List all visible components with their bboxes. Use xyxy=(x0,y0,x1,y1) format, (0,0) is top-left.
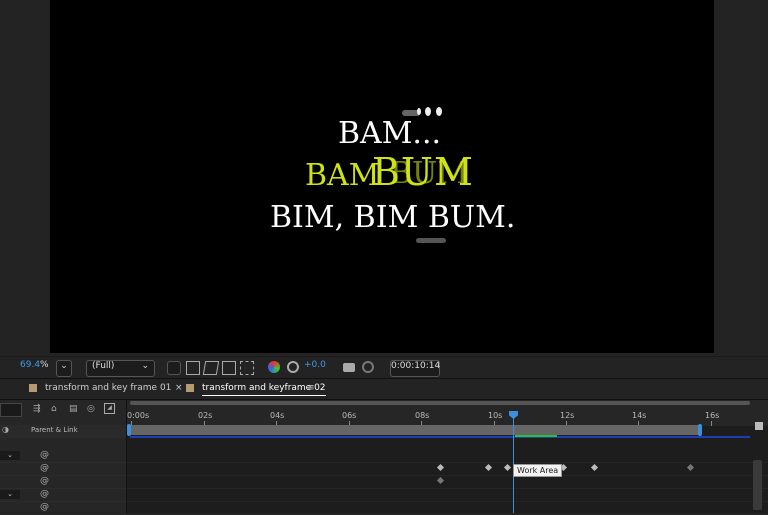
pick-whip-icon[interactable]: @ xyxy=(40,476,49,486)
frame-blending-icon[interactable]: ▤ xyxy=(69,404,78,414)
pick-whip-icon[interactable]: @ xyxy=(40,489,49,499)
tab-menu-icon[interactable]: ≡ xyxy=(307,383,315,393)
time-ruler[interactable]: 0:00s 02s 04s 06s 08s 10s 12s 14s 16s xyxy=(127,400,768,426)
comp-flowchart-icon[interactable]: ⇶ xyxy=(33,404,41,414)
scrollbar[interactable] xyxy=(753,460,762,510)
chevron-down-icon: ⌄ xyxy=(141,361,149,371)
motion-shadow-bottom xyxy=(416,238,446,243)
cache-bar xyxy=(515,435,557,437)
lock-icon[interactable]: ◑ xyxy=(2,425,9,434)
transparency-grid-icon[interactable] xyxy=(186,361,200,375)
pick-whip-icon[interactable]: @ xyxy=(40,450,49,460)
region-of-interest-icon[interactable] xyxy=(222,361,236,375)
parent-link-header: Parent & Link xyxy=(31,426,78,434)
work-area-end-handle[interactable] xyxy=(698,424,702,436)
tick-mark xyxy=(711,421,712,426)
track-row xyxy=(127,450,768,463)
dot-3 xyxy=(417,108,421,115)
layer-row[interactable]: @ xyxy=(0,476,126,489)
current-time-display[interactable]: 0:00:10:14 xyxy=(390,360,440,377)
show-snapshot-icon[interactable] xyxy=(362,361,374,373)
zoom-unit: % xyxy=(40,360,49,370)
layer-row[interactable]: ⌄ @ xyxy=(0,489,126,502)
layer-search-input[interactable] xyxy=(0,403,22,417)
comp-color-swatch-active xyxy=(186,384,194,392)
tick-label: 12s xyxy=(560,411,575,420)
work-area-tooltip: Work Area xyxy=(513,464,563,477)
track-row xyxy=(127,502,768,515)
shy-layers-icon[interactable]: ⌂ xyxy=(51,404,57,414)
fast-previews-icon[interactable] xyxy=(167,361,181,375)
camera-snapshot-icon[interactable] xyxy=(343,363,355,372)
resolution-dropdown[interactable]: (Full) ⌄ xyxy=(86,360,155,377)
layer-panel: ⇶ ⌂ ▤ ◎ ◢ ◑ Parent & Link ⌄ @ @ @ ⌄ @ @ xyxy=(0,400,127,515)
chevron-down-icon[interactable]: ⌄ xyxy=(0,490,20,499)
zoom-handle-icon[interactable] xyxy=(755,422,763,430)
comp-color-swatch xyxy=(29,384,37,392)
timeline-graph[interactable]: 0:00s 02s 04s 06s 08s 10s 12s 14s 16s Wo… xyxy=(127,400,768,515)
tab-transform-and-key-frame-01[interactable]: transform and key frame 01 xyxy=(45,383,171,393)
tick-label: 0:00s xyxy=(127,411,150,420)
grid-guides-icon[interactable] xyxy=(240,361,254,375)
track-row xyxy=(127,489,768,502)
layer-row[interactable]: ⌄ @ xyxy=(0,450,126,463)
text-line-2-big: BUM xyxy=(372,150,474,194)
tick-label: 02s xyxy=(198,411,213,420)
track-row xyxy=(127,463,768,476)
text-line-3: BIM, BIM BUM. xyxy=(270,200,516,235)
composition-canvas[interactable]: BAM... BAM BUM BUM BIM, BIM BUM. xyxy=(50,0,714,353)
work-area-bar[interactable] xyxy=(130,425,702,435)
close-tab-icon[interactable]: × xyxy=(175,383,183,393)
chevron-down-icon[interactable]: ⌄ xyxy=(0,451,20,460)
viewer-toolbar: 69.4 % ⌄ (Full) ⌄ +0.0 0:00:10:14 xyxy=(0,356,768,379)
graph-editor-icon[interactable]: ◢ xyxy=(104,403,115,414)
dot-2 xyxy=(436,107,442,116)
layer-row[interactable]: @ xyxy=(0,463,126,476)
pick-whip-icon[interactable]: @ xyxy=(40,502,49,512)
motion-blur-icon[interactable]: ◎ xyxy=(87,404,95,414)
exposure-value[interactable]: +0.0 xyxy=(304,360,326,375)
time-navigator-bar[interactable] xyxy=(130,401,750,405)
color-channels-icon[interactable] xyxy=(268,361,280,373)
timeline-panel: transform and key frame 01 × transform a… xyxy=(0,378,768,515)
resolution-value: (Full) xyxy=(92,361,115,371)
zoom-value[interactable]: 69.4 xyxy=(20,360,40,375)
playhead-line xyxy=(513,412,514,513)
text-line-1: BAM... xyxy=(338,116,442,151)
tick-label: 08s xyxy=(415,411,430,420)
dot-1 xyxy=(425,107,431,116)
tick-label: 04s xyxy=(270,411,285,420)
zoom-dropdown-chevron-icon[interactable]: ⌄ xyxy=(56,360,72,377)
tick-label: 14s xyxy=(632,411,647,420)
tick-label: 10s xyxy=(488,411,503,420)
text-line-2-left: BAM xyxy=(305,158,380,193)
column-header-row: ◑ Parent & Link xyxy=(0,425,126,438)
mask-visibility-icon[interactable] xyxy=(202,361,220,375)
work-area-start-handle[interactable] xyxy=(127,424,131,436)
render-bar xyxy=(130,436,750,438)
layer-row[interactable]: @ xyxy=(0,502,126,515)
tick-label: 16s xyxy=(705,411,720,420)
composition-viewer: BAM... BAM BUM BUM BIM, BIM BUM. xyxy=(0,0,768,355)
tick-label: 06s xyxy=(342,411,357,420)
track-row xyxy=(127,476,768,489)
timeline-tabs: transform and key frame 01 × transform a… xyxy=(0,379,768,400)
exposure-icon[interactable] xyxy=(287,361,299,373)
pick-whip-icon[interactable]: @ xyxy=(40,463,49,473)
